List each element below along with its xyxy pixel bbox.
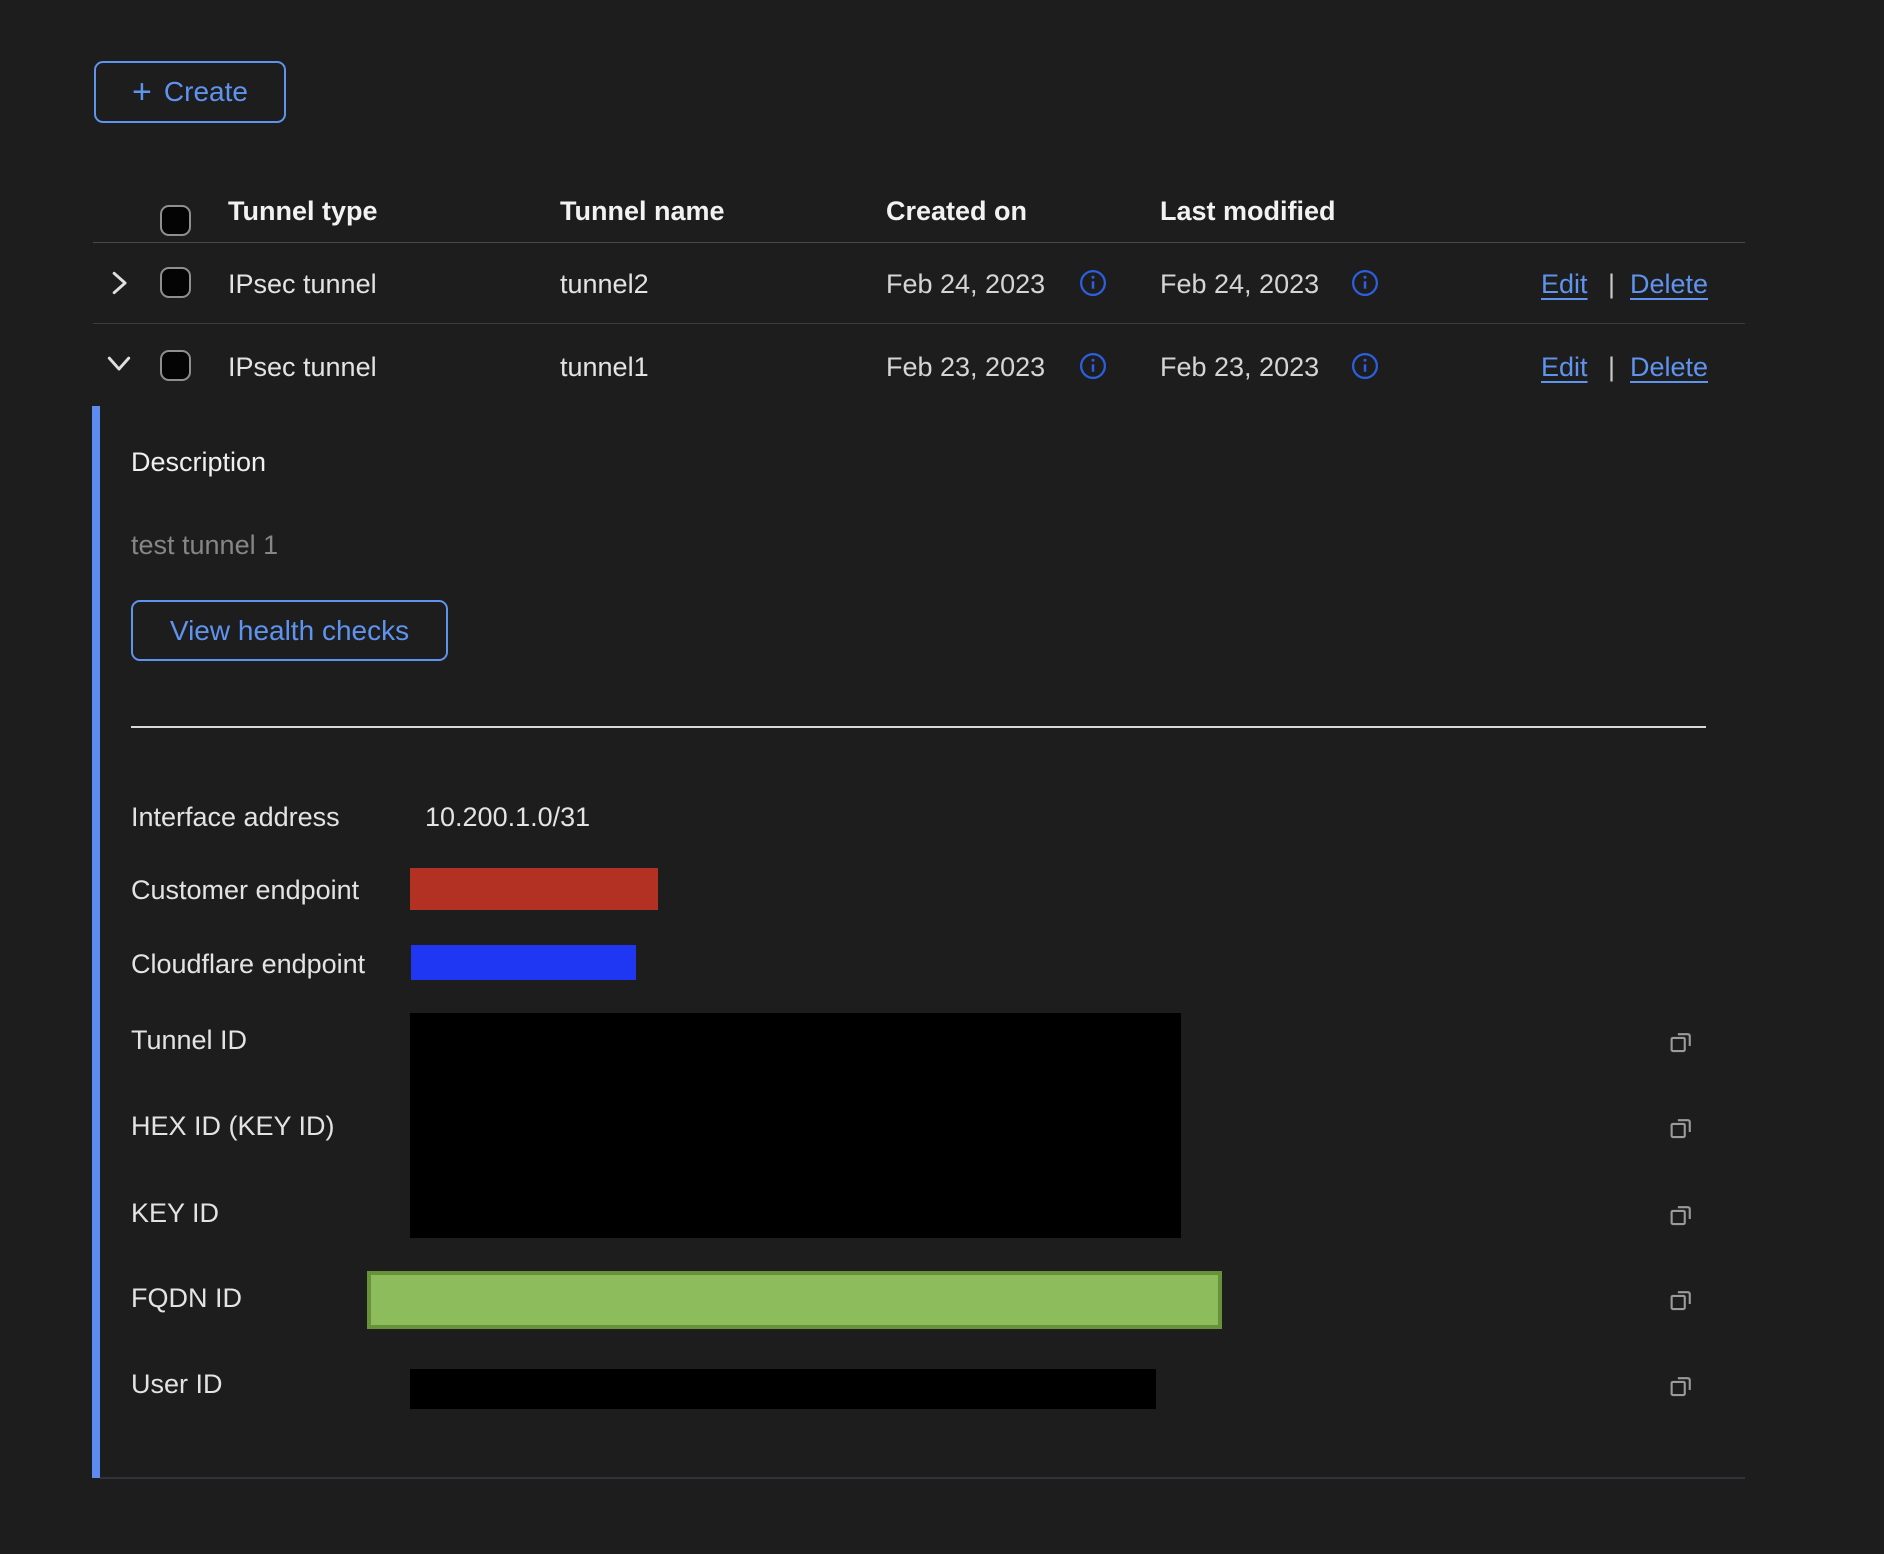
description-value: test tunnel 1 [131, 529, 278, 561]
detail-section-divider [131, 726, 1706, 728]
column-header-tunnel-name: Tunnel name [560, 195, 725, 227]
cloudflare-endpoint-redaction [411, 945, 636, 980]
row-tunnel1-modified-date: Feb 23, 2023 [1160, 351, 1319, 383]
row-tunnel2-expand-chevron-right-icon[interactable] [104, 266, 134, 300]
field-label-key-id: KEY ID [131, 1197, 219, 1229]
row-tunnel2-modified-info-icon[interactable] [1350, 268, 1380, 298]
field-label-fqdn-id: FQDN ID [131, 1282, 242, 1314]
row-tunnel1-delete-link[interactable]: Delete [1630, 351, 1708, 383]
row-tunnel1-checkbox[interactable] [160, 350, 191, 381]
field-label-tunnel-id: Tunnel ID [131, 1024, 247, 1056]
copy-tunnel-id-icon[interactable] [1666, 1026, 1696, 1056]
column-header-last-modified: Last modified [1160, 195, 1336, 227]
copy-fqdn-id-icon[interactable] [1666, 1284, 1696, 1314]
row-tunnel1-created-info-icon[interactable] [1078, 351, 1108, 381]
action-separator: | [1608, 268, 1615, 300]
description-label: Description [131, 446, 266, 478]
expanded-row-accent-bar [92, 406, 100, 1478]
row-tunnel2-created-info-icon[interactable] [1078, 268, 1108, 298]
column-header-created-on: Created on [886, 195, 1027, 227]
customer-endpoint-redaction [410, 868, 658, 910]
user-id-redaction [410, 1369, 1156, 1409]
field-label-customer-endpoint: Customer endpoint [131, 874, 359, 906]
row-tunnel2-created-date: Feb 24, 2023 [886, 268, 1045, 300]
column-header-tunnel-type: Tunnel type [228, 195, 378, 227]
row-tunnel2-type: IPsec tunnel [228, 268, 377, 300]
select-all-checkbox[interactable] [160, 205, 191, 236]
create-button[interactable]: + Create [94, 61, 286, 123]
row-tunnel1-edit-link[interactable]: Edit [1541, 351, 1588, 383]
action-separator: | [1608, 351, 1615, 383]
field-label-interface-address: Interface address [131, 801, 340, 833]
copy-key-id-icon[interactable] [1666, 1199, 1696, 1229]
fqdn-id-redaction [367, 1271, 1222, 1329]
row-tunnel1-collapse-chevron-down-icon[interactable] [102, 348, 136, 378]
create-button-label: Create [164, 76, 248, 108]
plus-icon: + [132, 77, 152, 107]
header-divider [93, 242, 1745, 243]
row-tunnel2-checkbox[interactable] [160, 267, 191, 298]
row-tunnel2-edit-link[interactable]: Edit [1541, 268, 1588, 300]
row-tunnel2-name: tunnel2 [560, 268, 649, 300]
field-label-user-id: User ID [131, 1368, 223, 1400]
row-tunnel2-delete-link[interactable]: Delete [1630, 268, 1708, 300]
row-tunnel1-created-date: Feb 23, 2023 [886, 351, 1045, 383]
field-label-hex-id: HEX ID (KEY ID) [131, 1110, 335, 1142]
row-tunnel1-name: tunnel1 [560, 351, 649, 383]
view-health-checks-label: View health checks [170, 615, 409, 647]
field-value-interface-address: 10.200.1.0/31 [425, 801, 590, 833]
row-tunnel1-modified-info-icon[interactable] [1350, 351, 1380, 381]
row-tunnel2-modified-date: Feb 24, 2023 [1160, 268, 1319, 300]
tunnel-id-hex-id-key-id-redaction [410, 1013, 1181, 1238]
tunnels-page: + Create Tunnel type Tunnel name Created… [0, 0, 1884, 1554]
copy-user-id-icon[interactable] [1666, 1370, 1696, 1400]
view-health-checks-button[interactable]: View health checks [131, 600, 448, 661]
copy-hex-id-icon[interactable] [1666, 1112, 1696, 1142]
row-divider [93, 323, 1745, 324]
table-bottom-divider [100, 1477, 1745, 1479]
row-tunnel1-type: IPsec tunnel [228, 351, 377, 383]
field-label-cloudflare-endpoint: Cloudflare endpoint [131, 948, 365, 980]
